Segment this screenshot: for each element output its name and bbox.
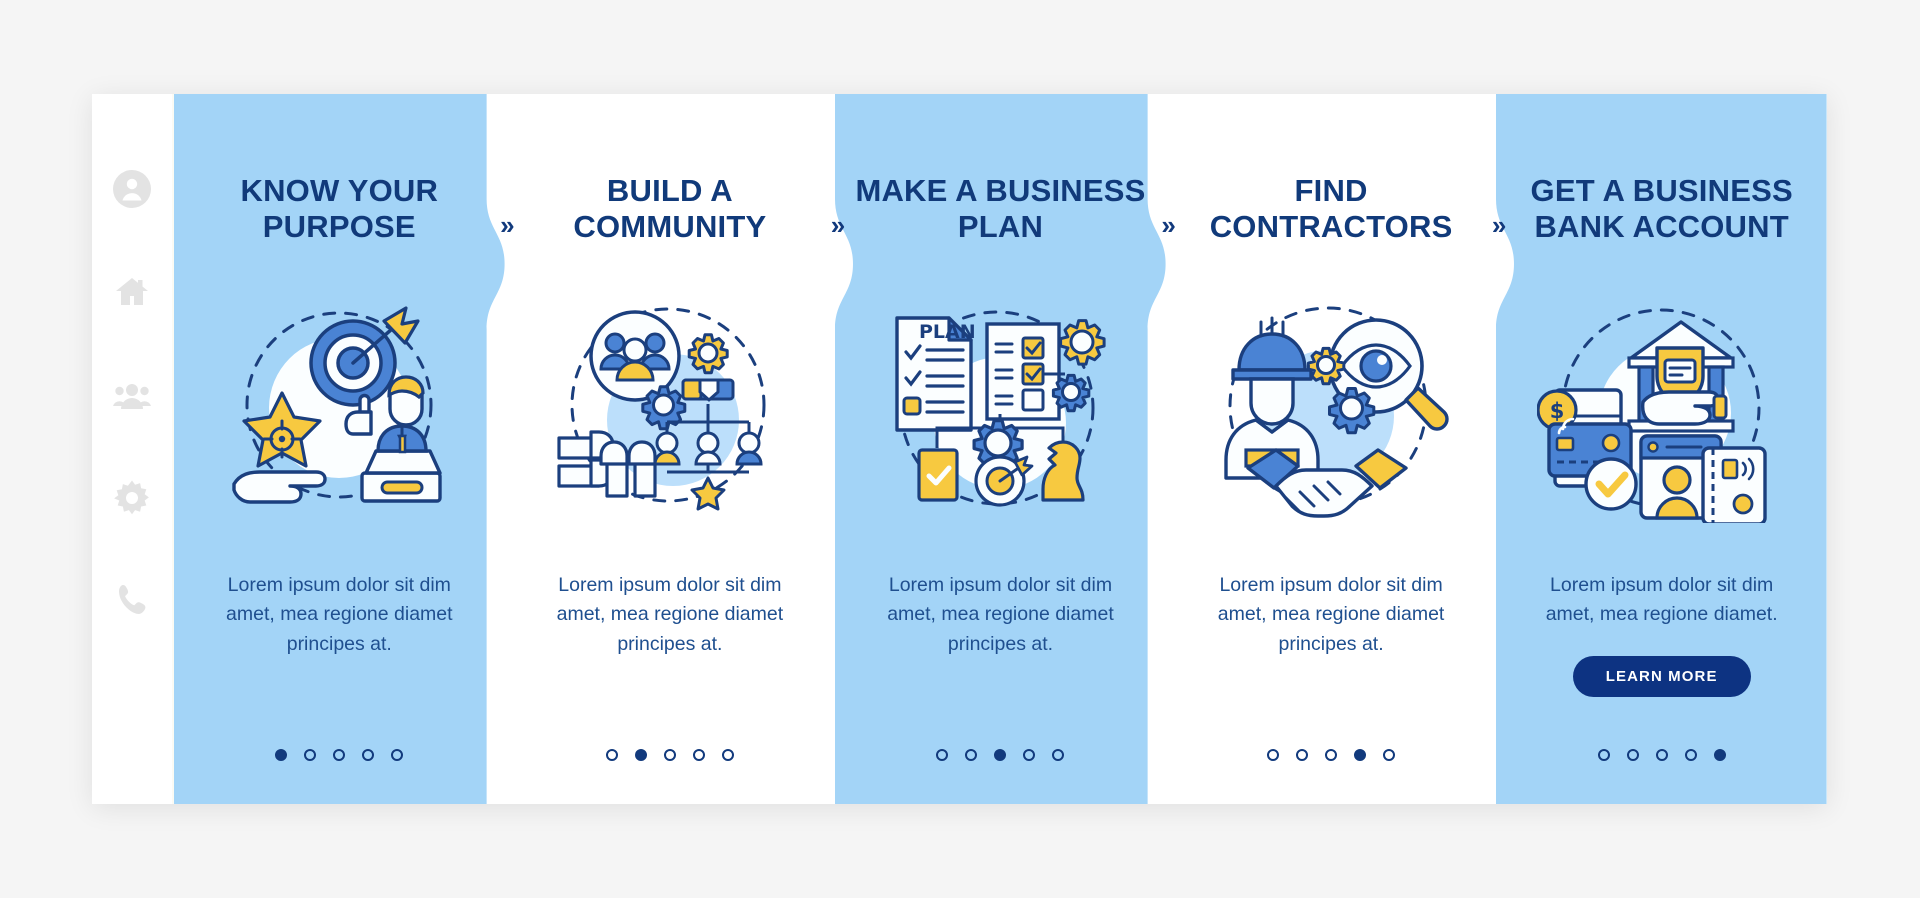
pagination-dot[interactable] [692, 749, 705, 761]
pagination-dot[interactable] [605, 749, 618, 761]
profile-icon[interactable] [112, 169, 152, 209]
pagination-dot[interactable] [994, 749, 1007, 761]
panel-1-pagination [174, 749, 505, 761]
pagination-dot[interactable] [391, 749, 404, 761]
panel-1-description: Lorem ipsum dolor sit dim amet, mea regi… [226, 573, 453, 655]
panel-5-pagination [1496, 749, 1827, 761]
pagination-dot[interactable] [936, 749, 949, 761]
gear-icon[interactable] [112, 478, 152, 518]
panel-4-description: Lorem ipsum dolor sit dim amet, mea regi… [1217, 573, 1445, 655]
panel-strip: KNOW YOUR PURPOSE Lorem ipsum dolor sit … [174, 94, 1827, 804]
pagination-dot[interactable] [1597, 749, 1610, 761]
pagination-dot[interactable] [1296, 749, 1309, 761]
onboarding-panel-5: GET A BUSINESS BANK ACCOUNT $ Lorem ipsu… [1496, 94, 1827, 804]
panel-5-description: Lorem ipsum dolor sit dim amet, mea regi… [1545, 573, 1778, 626]
chevron-next-4-icon[interactable]: » [1492, 212, 1507, 238]
chevron-next-2-icon[interactable]: » [831, 212, 846, 238]
pagination-dot[interactable] [1626, 749, 1639, 761]
pagination-dot[interactable] [362, 749, 375, 761]
panel-2-title: BUILD A COMMUNITY [573, 173, 767, 245]
pagination-dot[interactable] [1052, 749, 1065, 761]
pagination-dot[interactable] [1383, 749, 1396, 761]
learn-more-button[interactable]: LEARN MORE [1572, 655, 1751, 697]
pagination-dot[interactable] [965, 749, 978, 761]
sidebar-nav [92, 94, 174, 804]
onboarding-panel-2: BUILD A COMMUNITY Lorem ipsum dolor sit … [504, 94, 845, 804]
pagination-dot[interactable] [1684, 749, 1697, 761]
onboarding-panel-3: MAKE A BUSINESS PLAN PLAN Lorem ipsum do… [835, 94, 1176, 804]
panel-2-pagination [505, 749, 836, 761]
chevron-next-3-icon[interactable]: » [1161, 212, 1176, 238]
pagination-dot[interactable] [634, 749, 647, 761]
pagination-dot[interactable] [304, 749, 317, 761]
pagination-dot[interactable] [663, 749, 676, 761]
svg-text:$: $ [1549, 399, 1564, 423]
pagination-dot[interactable] [1325, 749, 1338, 761]
home-icon[interactable] [112, 272, 152, 312]
people-gears-teamwork-orgchart-icon [545, 288, 795, 523]
panel-1-title: KNOW YOUR PURPOSE [240, 173, 439, 245]
screen: KNOW YOUR PURPOSE Lorem ipsum dolor sit … [0, 0, 1920, 898]
people-icon[interactable] [112, 375, 152, 415]
svg-text:PLAN: PLAN [919, 321, 976, 343]
panel-4-title: FIND CONTRACTORS [1209, 173, 1453, 245]
onboarding-panel-4: FIND CONTRACTORS Lorem ipsum dolor sit d… [1165, 94, 1507, 804]
worker-magnifier-handshake-icon [1206, 288, 1456, 523]
panel-2-description: Lorem ipsum dolor sit dim amet, mea regi… [556, 573, 784, 655]
onboarding-card: KNOW YOUR PURPOSE Lorem ipsum dolor sit … [92, 94, 1827, 804]
pagination-dot[interactable] [1023, 749, 1036, 761]
phone-icon[interactable] [112, 581, 152, 621]
panel-4-pagination [1166, 749, 1497, 761]
pagination-dot[interactable] [721, 749, 734, 761]
pagination-dot[interactable] [1713, 749, 1726, 761]
onboarding-panel-1: KNOW YOUR PURPOSE Lorem ipsum dolor sit … [174, 94, 515, 804]
panel-3-description: Lorem ipsum dolor sit dim amet, mea regi… [887, 573, 1114, 655]
bank-cards-shield-profile-icon: $ [1536, 288, 1787, 523]
pagination-dot[interactable] [1354, 749, 1367, 761]
pagination-dot[interactable] [333, 749, 346, 761]
pagination-dot[interactable] [1267, 749, 1280, 761]
panel-3-pagination [835, 749, 1166, 761]
plan-checklist-gears-knight-icon: PLAN [875, 288, 1125, 523]
chevron-next-1-icon[interactable]: » [500, 212, 515, 238]
target-arrow-star-hand-speaker-icon [214, 288, 464, 523]
pagination-dot[interactable] [1655, 749, 1668, 761]
panel-3-title: MAKE A BUSINESS PLAN [855, 173, 1146, 245]
panel-5-title: GET A BUSINESS BANK ACCOUNT [1530, 173, 1793, 245]
pagination-dot[interactable] [275, 749, 288, 761]
